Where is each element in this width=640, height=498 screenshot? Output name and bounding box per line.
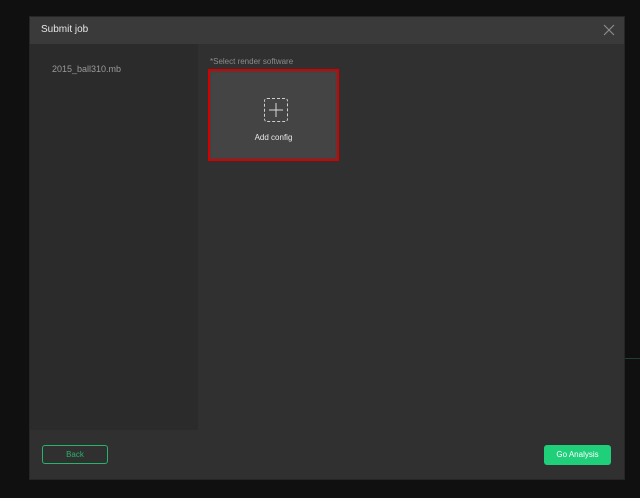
close-icon[interactable]	[602, 23, 616, 37]
dialog-title: Submit job	[41, 24, 89, 35]
add-config-button[interactable]: Add config	[208, 69, 339, 161]
dialog-titlebar: Submit job	[30, 17, 624, 44]
file-list-panel: 2015_ball310.mb	[30, 44, 198, 430]
list-item-file[interactable]: 2015_ball310.mb	[52, 64, 121, 74]
plus-icon	[264, 98, 288, 122]
submit-job-dialog: Submit job 2015_ball310.mb *Select rende…	[30, 17, 624, 479]
select-software-hint: *Select render software	[210, 57, 294, 66]
background-line	[622, 358, 640, 359]
go-analysis-button[interactable]: Go Analysis	[544, 445, 611, 465]
add-config-label: Add config	[254, 133, 293, 142]
add-config-card: Add config	[212, 73, 335, 157]
back-button[interactable]: Back	[42, 445, 108, 464]
